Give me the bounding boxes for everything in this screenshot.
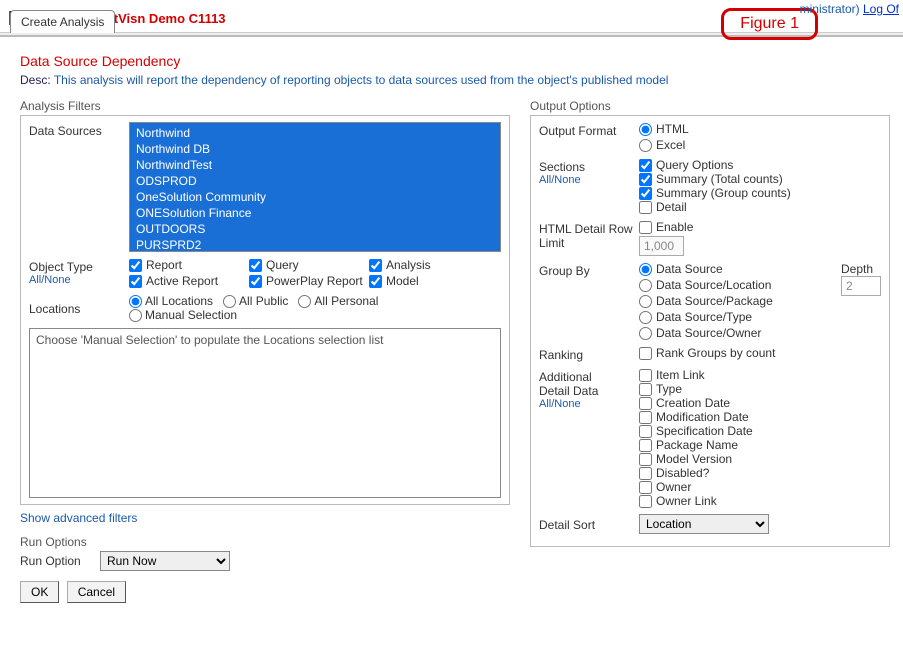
object-type-active-report[interactable]: Active Report	[129, 274, 249, 288]
gb-location[interactable]: Data Source/Location	[639, 278, 829, 292]
format-html[interactable]: HTML	[639, 122, 881, 136]
desc-label: Desc:	[20, 73, 51, 87]
run-option-select[interactable]: Run Now	[100, 551, 230, 571]
add-disabled[interactable]: Disabled?	[639, 466, 881, 480]
add-mod-date[interactable]: Modification Date	[639, 410, 881, 424]
run-option-label: Run Option	[20, 554, 100, 568]
row-limit-enable[interactable]: Enable	[639, 220, 881, 234]
admin-label: ministrator)	[800, 2, 860, 16]
add-owner[interactable]: Owner	[639, 480, 881, 494]
list-item[interactable]: Northwind	[134, 125, 496, 141]
add-item-link[interactable]: Item Link	[639, 368, 881, 382]
gb-owner[interactable]: Data Source/Owner	[639, 326, 829, 340]
analysis-filters-title: Analysis Filters	[20, 99, 510, 113]
add-type[interactable]: Type	[639, 382, 881, 396]
groupby-label: Group By	[539, 262, 639, 278]
list-item[interactable]: OneSolution Community	[134, 189, 496, 205]
object-type-analysis[interactable]: Analysis	[369, 258, 489, 272]
sections-label: Sections	[539, 160, 585, 174]
desc-text: This analysis will report the dependency…	[54, 73, 669, 87]
ok-button[interactable]: OK	[20, 581, 59, 603]
add-model-version[interactable]: Model Version	[639, 452, 881, 466]
demo-title: NetVisn Demo C1113	[97, 11, 225, 26]
locations-label: Locations	[29, 300, 129, 316]
output-options-panel: Output Format HTML Excel Sections All/No…	[530, 115, 890, 547]
loc-personal[interactable]: All Personal	[298, 294, 378, 308]
list-item[interactable]: OUTDOORS	[134, 221, 496, 237]
loc-all[interactable]: All Locations	[129, 294, 213, 308]
tab-create-analysis[interactable]: Create Analysis	[10, 10, 115, 33]
loc-public[interactable]: All Public	[223, 294, 288, 308]
loc-manual[interactable]: Manual Selection	[129, 308, 237, 322]
locations-selection-box[interactable]: Choose 'Manual Selection' to populate th…	[29, 328, 501, 498]
add-spec-date[interactable]: Specification Date	[639, 424, 881, 438]
list-item[interactable]: Northwind DB	[134, 141, 496, 157]
list-item[interactable]: PURSPRD2	[134, 237, 496, 252]
additional-allnone[interactable]: All/None	[539, 398, 639, 410]
list-item[interactable]: ODSPROD	[134, 173, 496, 189]
add-owner-link[interactable]: Owner Link	[639, 494, 881, 508]
locations-radio-group: All Locations All Public All Personal Ma…	[129, 294, 501, 322]
ranking-label: Ranking	[539, 346, 639, 362]
object-type-query[interactable]: Query	[249, 258, 369, 272]
data-sources-listbox[interactable]: Northwind Northwind DB NorthwindTest ODS…	[129, 122, 501, 252]
gb-type[interactable]: Data Source/Type	[639, 310, 829, 324]
ranking-checkbox[interactable]: Rank Groups by count	[639, 346, 775, 360]
output-options-title: Output Options	[530, 99, 890, 113]
add-package-name[interactable]: Package Name	[639, 438, 881, 452]
gb-package[interactable]: Data Source/Package	[639, 294, 829, 308]
data-sources-label: Data Sources	[29, 122, 129, 138]
gb-data-source[interactable]: Data Source	[639, 262, 829, 276]
object-type-report[interactable]: Report	[129, 258, 249, 272]
depth-label: Depth	[841, 262, 873, 276]
object-type-group: Report Query Analysis Active Report Powe…	[129, 258, 501, 288]
sections-allnone[interactable]: All/None	[539, 174, 639, 186]
app-header: Net V isn NetVisn Demo C1113 Figure 1 mi…	[0, 0, 903, 33]
section-summary-group[interactable]: Summary (Group counts)	[639, 186, 881, 200]
object-type-allnone[interactable]: All/None	[29, 274, 129, 286]
row-limit-input[interactable]	[639, 236, 684, 256]
page-description: Desc: This analysis will report the depe…	[20, 73, 903, 87]
object-type-model[interactable]: Model	[369, 274, 489, 288]
additional-label-2: Detail Data	[539, 384, 598, 398]
depth-input[interactable]	[841, 276, 881, 296]
output-format-label: Output Format	[539, 122, 639, 138]
section-query-options[interactable]: Query Options	[639, 158, 881, 172]
section-summary-total[interactable]: Summary (Total counts)	[639, 172, 881, 186]
detail-sort-label: Detail Sort	[539, 516, 639, 532]
page-title: Data Source Dependency	[20, 53, 903, 69]
row-limit-label: HTML Detail Row Limit	[539, 220, 639, 250]
detail-sort-select[interactable]: Location	[639, 514, 769, 534]
add-creation-date[interactable]: Creation Date	[639, 396, 881, 410]
additional-label-1: Additional	[539, 370, 592, 384]
list-item[interactable]: ONESolution Finance	[134, 205, 496, 221]
cancel-button[interactable]: Cancel	[67, 581, 126, 603]
section-detail[interactable]: Detail	[639, 200, 881, 214]
list-item[interactable]: NorthwindTest	[134, 157, 496, 173]
object-type-label: Object Type	[29, 260, 93, 274]
analysis-filters-panel: Data Sources Northwind Northwind DB Nort…	[20, 115, 510, 505]
format-excel[interactable]: Excel	[639, 138, 881, 152]
logoff-link[interactable]: Log Of	[863, 2, 899, 16]
header-right: ministrator) Log Of	[800, 2, 899, 16]
object-type-powerplay[interactable]: PowerPlay Report	[249, 274, 369, 288]
run-options-title: Run Options	[20, 535, 510, 549]
show-advanced-filters-link[interactable]: Show advanced filters	[20, 511, 510, 525]
locations-hint: Choose 'Manual Selection' to populate th…	[36, 333, 383, 347]
